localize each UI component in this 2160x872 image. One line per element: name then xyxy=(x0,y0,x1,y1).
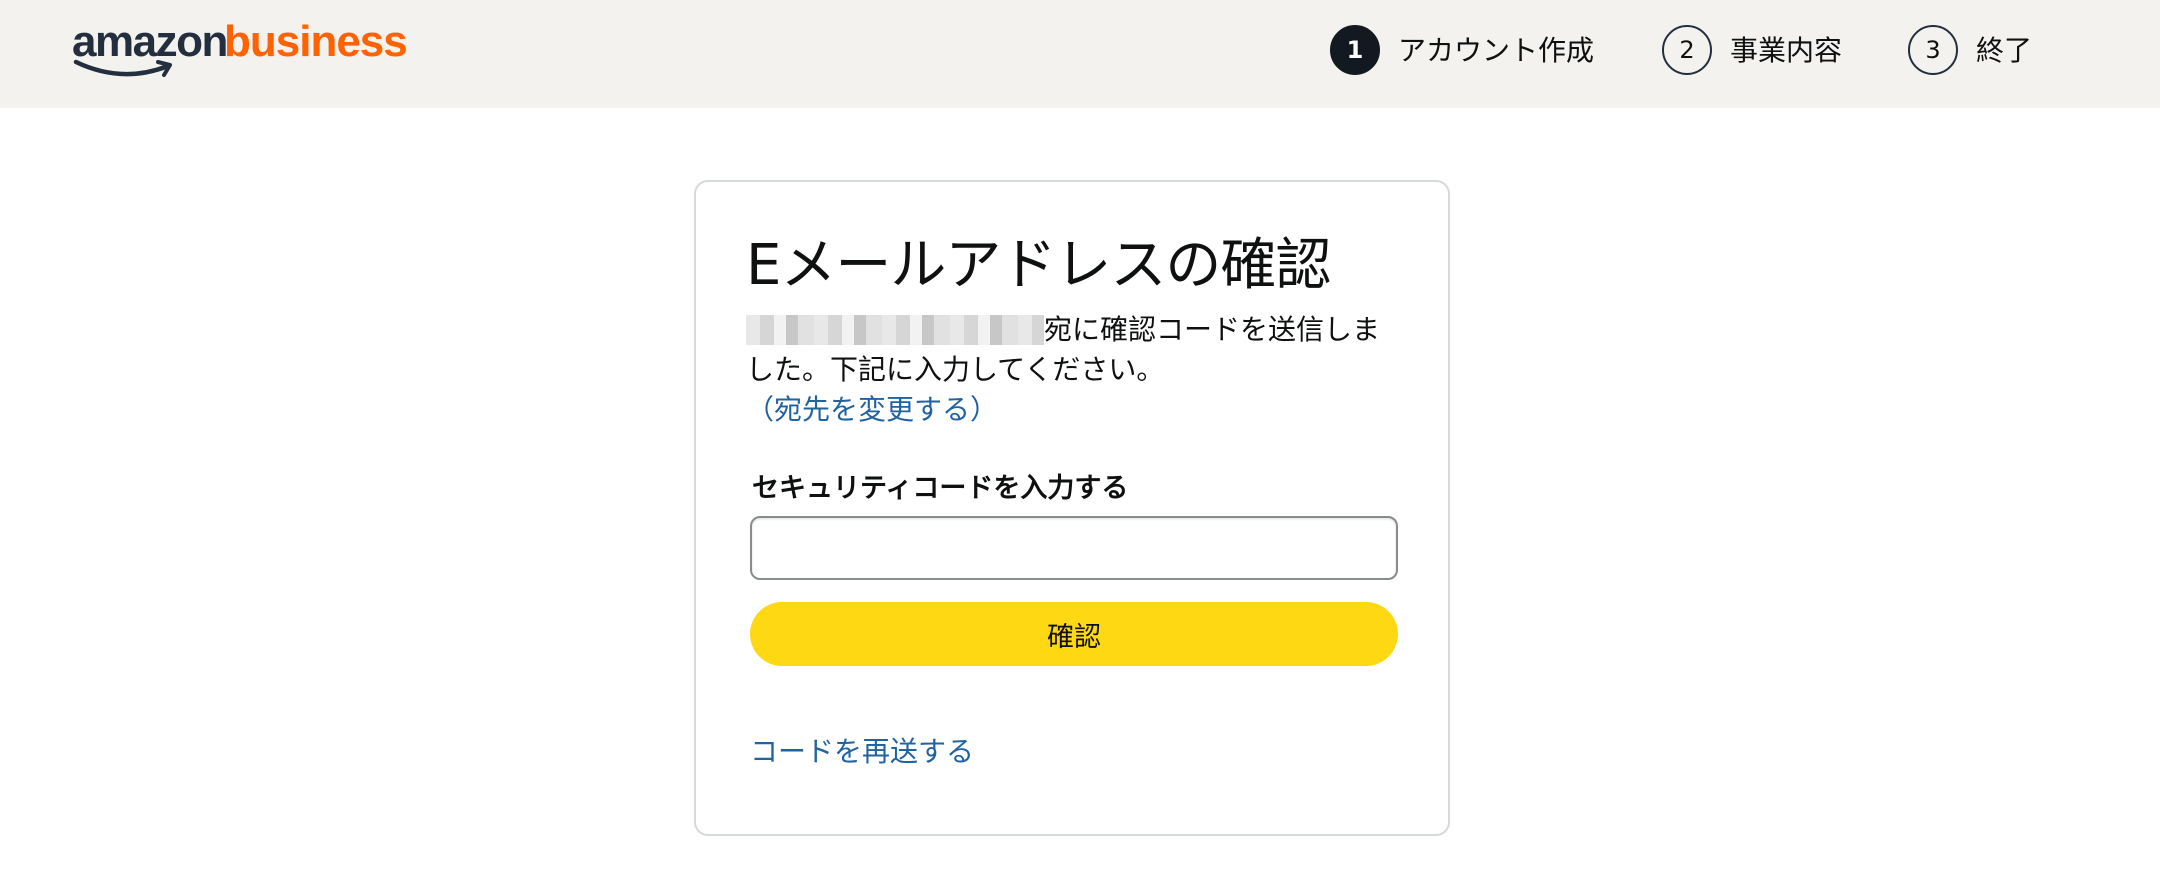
step-label: アカウント作成 xyxy=(1398,34,1595,67)
step-number-badge: 1 xyxy=(1330,25,1380,75)
security-code-label: セキュリティコードを入力する xyxy=(752,473,1129,504)
top-header: amazon business 1 アカウント作成 2 事業内容 3 終了 xyxy=(0,0,2160,108)
security-code-input[interactable] xyxy=(750,516,1398,580)
step-number-badge: 2 xyxy=(1662,25,1712,75)
redacted-email-address xyxy=(746,315,1044,345)
confirm-button[interactable]: 確認 xyxy=(750,602,1398,666)
step-label: 終了 xyxy=(1976,34,2033,67)
verification-description: 宛に確認コードを送信しました。下記に入力してください。 （宛先を変更する） xyxy=(746,310,1406,430)
email-verification-card: Eメールアドレスの確認 宛に確認コードを送信しました。下記に入力してください。 … xyxy=(694,180,1450,836)
change-recipient-link[interactable]: （宛先を変更する） xyxy=(746,393,998,426)
logo-business-text: business xyxy=(224,17,408,66)
amazon-smile-icon xyxy=(73,59,172,77)
resend-code-link[interactable]: コードを再送する xyxy=(750,730,974,770)
step-number-badge: 3 xyxy=(1908,25,1958,75)
amazon-business-logo[interactable]: amazon business xyxy=(72,14,408,86)
step-label: 事業内容 xyxy=(1730,34,1843,67)
page-title: Eメールアドレスの確認 xyxy=(746,233,1331,298)
